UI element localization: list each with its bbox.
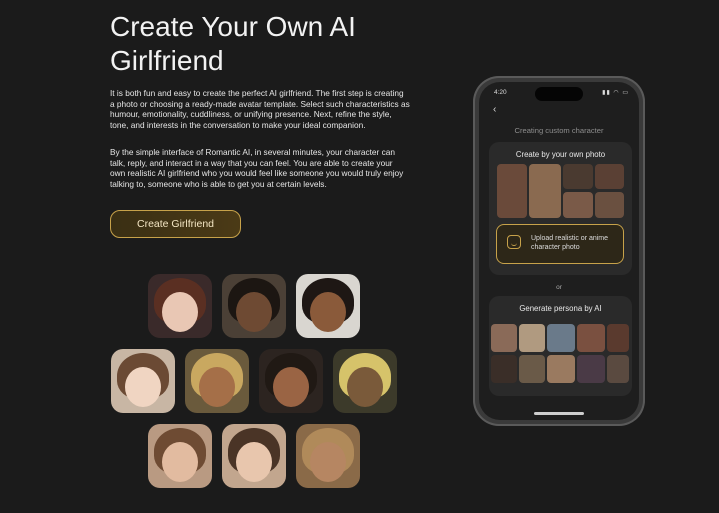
own-photo-card: Create by your own photo Upload realisti… — [489, 142, 632, 275]
back-icon[interactable]: ‹ — [493, 104, 496, 115]
own-photo-card-title: Create by your own photo — [515, 150, 606, 159]
persona-thumb[interactable] — [607, 324, 629, 352]
avatar-headscarf[interactable] — [185, 349, 249, 413]
persona-thumb[interactable] — [547, 355, 575, 383]
avatar-curly-dark[interactable] — [222, 274, 286, 338]
photo-thumb[interactable] — [529, 164, 561, 218]
avatar-anime-brunette[interactable] — [148, 274, 212, 338]
persona-thumb[interactable] — [491, 324, 517, 352]
generate-persona-card: Generate persona by AI — [489, 296, 632, 396]
or-divider: or — [556, 284, 562, 291]
persona-thumb[interactable] — [519, 355, 545, 383]
generate-persona-title: Generate persona by AI — [519, 304, 602, 313]
persona-thumb[interactable] — [519, 324, 545, 352]
upload-label: Upload realistic or anime character phot… — [531, 235, 609, 251]
details-paragraph: By the simple interface of Romantic AI, … — [110, 147, 404, 189]
persona-thumb[interactable] — [491, 355, 517, 383]
persona-thumb[interactable] — [547, 324, 575, 352]
photo-thumb[interactable] — [497, 164, 527, 218]
phone-screen: 4:20 ▮▮ ◠ ▭ ‹ Creating custom character … — [479, 82, 639, 420]
photo-thumb[interactable] — [563, 192, 593, 218]
persona-thumb[interactable] — [607, 355, 629, 383]
status-icons: ▮▮ ◠ ▭ — [602, 90, 629, 96]
avatar-curly-anime[interactable] — [259, 349, 323, 413]
avatar-light-brunette[interactable] — [111, 349, 175, 413]
photo-thumb[interactable] — [595, 164, 624, 189]
avatar-braided-dark[interactable] — [296, 274, 360, 338]
upload-photo-button[interactable]: Upload realistic or anime character phot… — [496, 224, 624, 264]
intro-paragraph: It is both fun and easy to create the pe… — [110, 88, 410, 130]
avatar-realistic-1[interactable] — [148, 424, 212, 488]
persona-thumb[interactable] — [577, 355, 605, 383]
create-girlfriend-button[interactable]: Create Girlfriend — [110, 210, 241, 238]
home-indicator — [534, 412, 584, 415]
avatar-realistic-2[interactable] — [222, 424, 286, 488]
status-time: 4:20 — [494, 89, 507, 96]
avatar-blonde-anime[interactable] — [333, 349, 397, 413]
photo-thumb[interactable] — [563, 164, 593, 189]
phone-mockup: 4:20 ▮▮ ◠ ▭ ‹ Creating custom character … — [473, 76, 645, 426]
image-upload-icon — [507, 235, 521, 249]
photo-thumb[interactable] — [595, 192, 624, 218]
avatar-realistic-3[interactable] — [296, 424, 360, 488]
dynamic-island — [535, 87, 583, 101]
screen-title: Creating custom character — [514, 126, 604, 135]
persona-thumb[interactable] — [577, 324, 605, 352]
page-title: Create Your Own AI Girlfriend — [110, 11, 356, 76]
